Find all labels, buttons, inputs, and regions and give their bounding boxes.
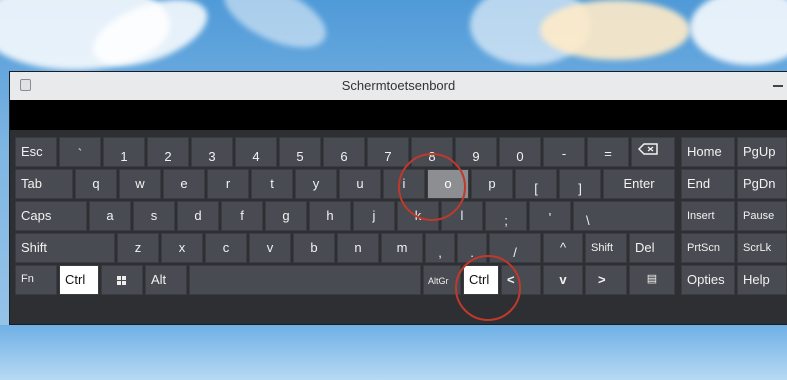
key-2[interactable]: 2 [147, 137, 189, 167]
key-alt[interactable]: Alt [145, 265, 187, 295]
key-arrow-up[interactable]: ^ [543, 233, 583, 263]
key-q[interactable]: q [75, 169, 117, 199]
key-semicolon[interactable]: ; [485, 201, 527, 231]
key-j[interactable]: j [353, 201, 395, 231]
key-m[interactable]: m [381, 233, 423, 263]
key-pgdn[interactable]: PgDn [737, 169, 787, 199]
key-shift-right[interactable]: Shift [585, 233, 627, 263]
key-ctrl-left[interactable]: Ctrl [59, 265, 99, 295]
key-y[interactable]: y [295, 169, 337, 199]
key-d[interactable]: d [177, 201, 219, 231]
key-b[interactable]: b [293, 233, 335, 263]
key-s[interactable]: s [133, 201, 175, 231]
key-scrlk[interactable]: ScrLk [737, 233, 787, 263]
key-6[interactable]: 6 [323, 137, 365, 167]
key-shift-left[interactable]: Shift [15, 233, 115, 263]
key-arrow-down[interactable]: v [543, 265, 583, 295]
key-esc[interactable]: Esc [15, 137, 57, 167]
key-e[interactable]: e [163, 169, 205, 199]
highlight-circle-o [398, 153, 466, 221]
key-prtscn[interactable]: PrtScn [681, 233, 735, 263]
key-equal[interactable]: = [587, 137, 629, 167]
key-backspace[interactable] [631, 137, 675, 167]
key-menu[interactable]: ▤ [629, 265, 675, 295]
key-7[interactable]: 7 [367, 137, 409, 167]
key-minus[interactable]: - [543, 137, 585, 167]
key-v[interactable]: v [249, 233, 291, 263]
key-n[interactable]: n [337, 233, 379, 263]
key-u[interactable]: u [339, 169, 381, 199]
key-windows[interactable] [101, 265, 143, 295]
key-9[interactable]: 9 [455, 137, 497, 167]
key-f[interactable]: f [221, 201, 263, 231]
key-enter[interactable]: Enter [603, 169, 675, 199]
key-g[interactable]: g [265, 201, 307, 231]
key-end[interactable]: End [681, 169, 735, 199]
minimize-icon[interactable] [773, 85, 783, 87]
windows-logo-icon [117, 276, 127, 286]
key-3[interactable]: 3 [191, 137, 233, 167]
key-arrow-right[interactable]: > [585, 265, 627, 295]
key-rbracket[interactable]: ] [559, 169, 601, 199]
key-w[interactable]: w [119, 169, 161, 199]
key-quote[interactable]: ' [529, 201, 571, 231]
key-h[interactable]: h [309, 201, 351, 231]
key-lbracket[interactable]: [ [515, 169, 557, 199]
key-opties[interactable]: Opties [681, 265, 735, 295]
key-backtick[interactable]: ` [59, 137, 101, 167]
key-x[interactable]: x [161, 233, 203, 263]
key-home[interactable]: Home [681, 137, 735, 167]
title-bar[interactable]: Schermtoetsenbord [10, 72, 787, 100]
key-p[interactable]: p [471, 169, 513, 199]
highlight-circle-ctrl [455, 255, 521, 321]
on-screen-keyboard-window: Schermtoetsenbord Esc ` 1 2 3 4 5 6 7 8 … [10, 72, 787, 324]
key-tab[interactable]: Tab [15, 169, 73, 199]
key-pgup[interactable]: PgUp [737, 137, 787, 167]
key-pause[interactable]: Pause [737, 201, 787, 231]
key-r[interactable]: r [207, 169, 249, 199]
key-c[interactable]: c [205, 233, 247, 263]
key-fn[interactable]: Fn [15, 265, 57, 295]
key-caps[interactable]: Caps [15, 201, 87, 231]
key-del[interactable]: Del [629, 233, 675, 263]
key-insert[interactable]: Insert [681, 201, 735, 231]
key-t[interactable]: t [251, 169, 293, 199]
key-5[interactable]: 5 [279, 137, 321, 167]
key-a[interactable]: a [89, 201, 131, 231]
key-0[interactable]: 0 [499, 137, 541, 167]
key-z[interactable]: z [117, 233, 159, 263]
key-comma[interactable]: , [425, 233, 455, 263]
text-preview-area [10, 100, 787, 130]
key-backslash[interactable]: \ [573, 201, 675, 231]
window-title: Schermtoetsenbord [341, 78, 456, 93]
key-help[interactable]: Help [737, 265, 787, 295]
key-space[interactable] [189, 265, 421, 295]
key-4[interactable]: 4 [235, 137, 277, 167]
key-1[interactable]: 1 [103, 137, 145, 167]
backspace-icon [638, 143, 658, 155]
